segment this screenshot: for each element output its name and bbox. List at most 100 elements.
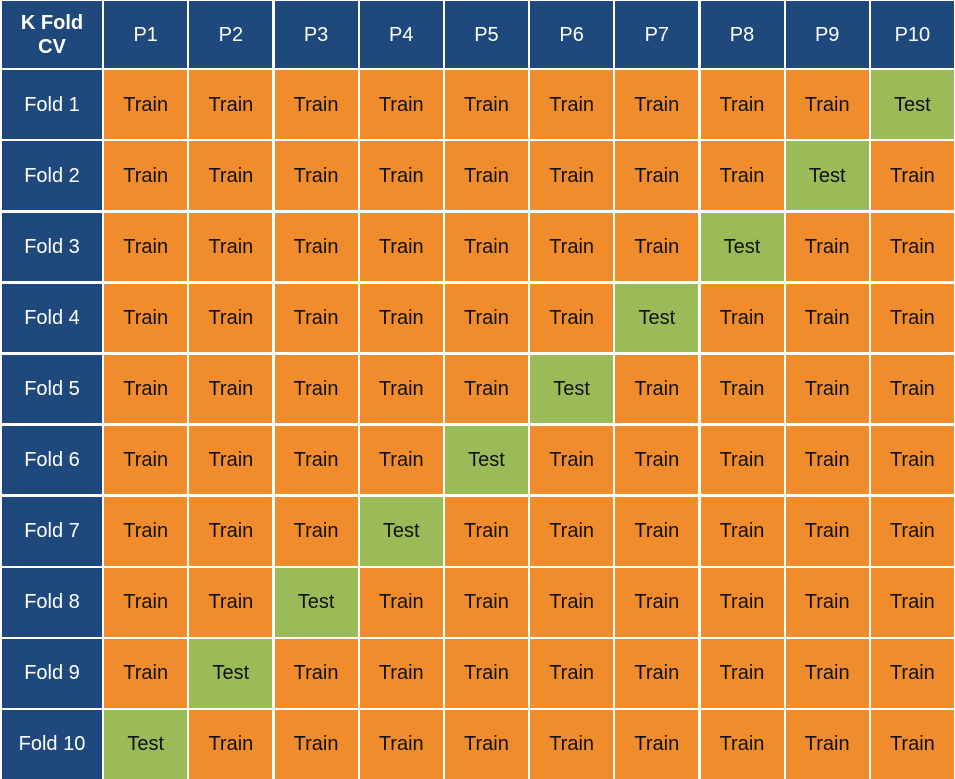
train-cell: Train: [189, 283, 273, 353]
train-cell: Train: [700, 141, 784, 211]
train-cell: Train: [615, 212, 699, 282]
train-cell: Train: [700, 710, 784, 779]
train-cell: Train: [104, 70, 188, 140]
train-cell: Train: [530, 567, 614, 637]
train-cell: Train: [870, 425, 954, 495]
train-cell: Train: [189, 567, 273, 637]
train-cell: Train: [189, 710, 273, 779]
train-cell: Train: [870, 283, 954, 353]
train-cell: Train: [870, 212, 954, 282]
train-cell: Train: [274, 212, 358, 282]
train-cell: Train: [359, 212, 443, 282]
train-cell: Train: [189, 212, 273, 282]
train-cell: Train: [700, 354, 784, 424]
train-cell: Train: [785, 425, 869, 495]
train-cell: Train: [104, 639, 188, 708]
train-cell: Train: [785, 639, 869, 708]
column-header: P4: [359, 1, 443, 68]
fold-label: Fold 9: [2, 639, 102, 708]
train-cell: Train: [785, 354, 869, 424]
train-cell: Train: [189, 354, 273, 424]
column-header: P6: [530, 1, 614, 68]
fold-label: Fold 2: [2, 141, 102, 211]
train-cell: Train: [444, 639, 528, 708]
train-cell: Train: [189, 425, 273, 495]
test-cell: Test: [530, 354, 614, 424]
train-cell: Train: [615, 639, 699, 708]
test-cell: Test: [359, 496, 443, 566]
column-header: P8: [700, 1, 784, 68]
train-cell: Train: [444, 496, 528, 566]
column-header: P3: [274, 1, 358, 68]
train-cell: Train: [359, 639, 443, 708]
column-header: P7: [615, 1, 699, 68]
test-cell: Test: [274, 567, 358, 637]
train-cell: Train: [530, 283, 614, 353]
test-cell: Test: [785, 141, 869, 211]
train-cell: Train: [104, 567, 188, 637]
train-cell: Train: [615, 425, 699, 495]
train-cell: Train: [615, 496, 699, 566]
train-cell: Train: [444, 354, 528, 424]
train-cell: Train: [785, 496, 869, 566]
train-cell: Train: [104, 283, 188, 353]
train-cell: Train: [870, 639, 954, 708]
train-cell: Train: [530, 710, 614, 779]
train-cell: Train: [104, 141, 188, 211]
train-cell: Train: [444, 567, 528, 637]
train-cell: Train: [104, 425, 188, 495]
train-cell: Train: [615, 710, 699, 779]
corner-header-line1: K Fold: [20, 11, 84, 34]
column-header: P9: [785, 1, 869, 68]
train-cell: Train: [444, 70, 528, 140]
train-cell: Train: [274, 70, 358, 140]
train-cell: Train: [359, 710, 443, 779]
train-cell: Train: [359, 354, 443, 424]
train-cell: Train: [700, 496, 784, 566]
train-cell: Train: [870, 354, 954, 424]
train-cell: Train: [700, 639, 784, 708]
fold-label: Fold 10: [2, 710, 102, 779]
train-cell: Train: [444, 212, 528, 282]
train-cell: Train: [700, 70, 784, 140]
column-header: P10: [870, 1, 954, 68]
train-cell: Train: [274, 710, 358, 779]
train-cell: Train: [700, 567, 784, 637]
train-cell: Train: [274, 496, 358, 566]
train-cell: Train: [104, 212, 188, 282]
train-cell: Train: [615, 70, 699, 140]
train-cell: Train: [615, 567, 699, 637]
train-cell: Train: [530, 639, 614, 708]
fold-label: Fold 1: [2, 70, 102, 140]
train-cell: Train: [785, 283, 869, 353]
train-cell: Train: [530, 425, 614, 495]
train-cell: Train: [870, 710, 954, 779]
train-cell: Train: [870, 567, 954, 637]
train-cell: Train: [700, 283, 784, 353]
train-cell: Train: [700, 425, 784, 495]
fold-label: Fold 8: [2, 567, 102, 637]
train-cell: Train: [615, 354, 699, 424]
column-header: P1: [104, 1, 188, 68]
train-cell: Train: [870, 141, 954, 211]
train-cell: Train: [189, 496, 273, 566]
train-cell: Train: [530, 212, 614, 282]
test-cell: Test: [444, 425, 528, 495]
train-cell: Train: [444, 710, 528, 779]
train-cell: Train: [274, 141, 358, 211]
train-cell: Train: [359, 141, 443, 211]
test-cell: Test: [189, 639, 273, 708]
train-cell: Train: [274, 354, 358, 424]
train-cell: Train: [444, 283, 528, 353]
train-cell: Train: [359, 567, 443, 637]
train-cell: Train: [785, 212, 869, 282]
corner-header: K Fold CV: [2, 1, 102, 68]
train-cell: Train: [870, 496, 954, 566]
train-cell: Train: [530, 141, 614, 211]
train-cell: Train: [530, 70, 614, 140]
test-cell: Test: [104, 710, 188, 779]
column-header: P5: [444, 1, 528, 68]
column-header: P2: [189, 1, 273, 68]
train-cell: Train: [189, 70, 273, 140]
test-cell: Test: [870, 70, 954, 140]
